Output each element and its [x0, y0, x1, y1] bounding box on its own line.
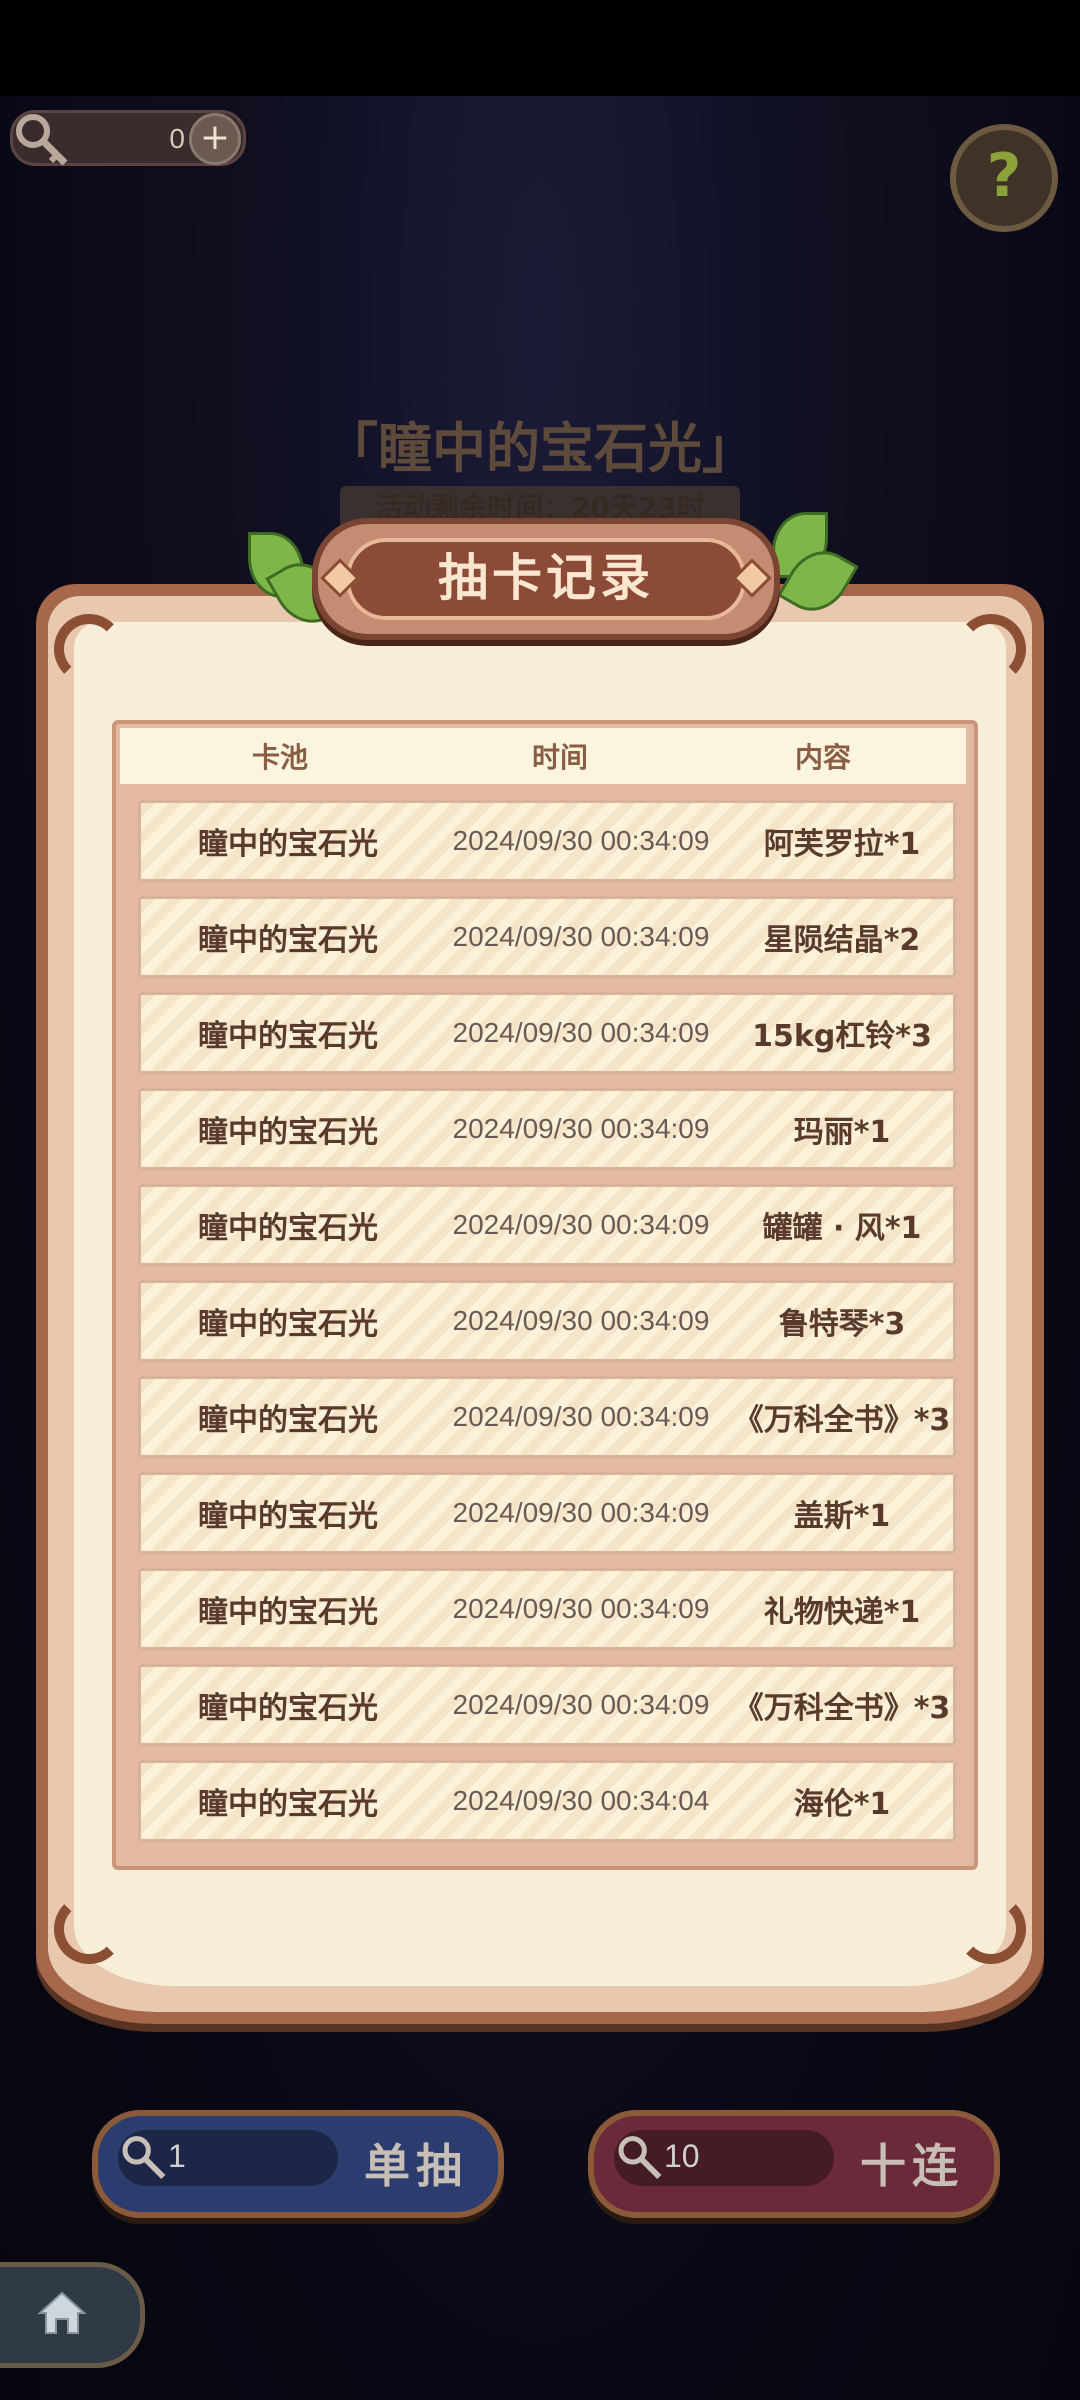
table-row: 瞳中的宝石光 2024/09/30 00:34:09 星陨结晶*2: [138, 896, 956, 978]
event-title: 「瞳中的宝石光」: [324, 417, 756, 480]
row-content: 玛丽*1: [793, 1115, 891, 1150]
help-icon: ?: [986, 141, 1022, 211]
corner-ornament: [54, 614, 124, 684]
table-row: 瞳中的宝石光 2024/09/30 00:34:04 海伦*1: [138, 1760, 956, 1842]
key-icon: [13, 109, 73, 173]
header-content: 内容: [794, 741, 851, 774]
row-time: 2024/09/30 00:34:09: [452, 1017, 710, 1048]
home-button[interactable]: [0, 2262, 145, 2368]
row-content: 鲁特琴*3: [778, 1307, 906, 1342]
row-time: 2024/09/30 00:34:09: [452, 1113, 710, 1144]
row-time: 2024/09/30 00:34:09: [452, 1497, 710, 1528]
key-count: 0: [169, 123, 185, 154]
row-content: 15kg杠铃*3: [752, 1019, 932, 1054]
draw-record-table: 卡池 时间 内容 瞳中的宝石光 2024/09/30 00:34:09 阿芙罗拉*1…: [112, 720, 978, 1870]
row-pool: 瞳中的宝石光: [198, 1691, 378, 1726]
row-content: 《万科全书》*3: [733, 1691, 951, 1726]
table-row: 瞳中的宝石光 2024/09/30 00:34:09 《万科全书》*3: [138, 1664, 956, 1746]
corner-ornament: [956, 614, 1026, 684]
row-time: 2024/09/30 00:34:09: [452, 1593, 710, 1624]
row-content: 礼物快递*1: [763, 1595, 921, 1630]
table-row: 瞳中的宝石光 2024/09/30 00:34:09 玛丽*1: [138, 1088, 956, 1170]
row-pool: 瞳中的宝石光: [198, 1403, 378, 1438]
row-content: 罐罐 · 风*1: [762, 1211, 922, 1246]
table-row: 瞳中的宝石光 2024/09/30 00:34:09 15kg杠铃*3: [138, 992, 956, 1074]
single-draw-label: 单抽: [364, 2139, 468, 2193]
row-time: 2024/09/30 00:34:09: [452, 1209, 710, 1240]
row-time: 2024/09/30 00:34:09: [452, 1305, 710, 1336]
table-row: 瞳中的宝石光 2024/09/30 00:34:09 礼物快递*1: [138, 1568, 956, 1650]
help-button[interactable]: ?: [950, 124, 1058, 232]
single-draw-button[interactable]: 1 单抽: [92, 2110, 504, 2218]
ten-draw-cost: 10: [664, 2138, 700, 2174]
row-pool: 瞳中的宝石光: [198, 1019, 378, 1054]
row-content: 盖斯*1: [793, 1499, 891, 1534]
corner-ornament: [956, 1894, 1026, 1964]
corner-ornament: [54, 1894, 124, 1964]
key-counter: 0 +: [10, 110, 246, 166]
add-keys-button[interactable]: +: [189, 113, 241, 165]
table-row: 瞳中的宝石光 2024/09/30 00:34:09 罐罐 · 风*1: [138, 1184, 956, 1266]
row-pool: 瞳中的宝石光: [198, 923, 378, 958]
header-pool: 卡池: [251, 741, 308, 774]
row-pool: 瞳中的宝石光: [198, 1211, 378, 1246]
row-content: 阿芙罗拉*1: [763, 827, 921, 862]
row-pool: 瞳中的宝石光: [198, 1307, 378, 1342]
table-row: 瞳中的宝石光 2024/09/30 00:34:09 阿芙罗拉*1: [138, 800, 956, 882]
row-time: 2024/09/30 00:34:09: [452, 1401, 710, 1432]
header-time: 时间: [531, 741, 588, 774]
table-row: 瞳中的宝石光 2024/09/30 00:34:09 《万科全书》*3: [138, 1376, 956, 1458]
row-time: 2024/09/30 00:34:04: [452, 1785, 710, 1816]
status-bar: [0, 0, 1080, 96]
row-pool: 瞳中的宝石光: [198, 1499, 378, 1534]
row-content: 海伦*1: [793, 1787, 891, 1822]
row-pool: 瞳中的宝石光: [198, 1115, 378, 1150]
row-content: 星陨结晶*2: [763, 923, 921, 958]
table-header: 卡池 时间 内容: [120, 728, 966, 784]
row-pool: 瞳中的宝石光: [198, 1787, 378, 1822]
row-time: 2024/09/30 00:34:09: [452, 921, 710, 952]
row-time: 2024/09/30 00:34:09: [452, 825, 710, 856]
panel-title-banner: 抽卡记录: [312, 518, 780, 640]
row-content: 《万科全书》*3: [733, 1403, 951, 1438]
table-row: 瞳中的宝石光 2024/09/30 00:34:09 盖斯*1: [138, 1472, 956, 1554]
panel-title: 抽卡记录: [438, 549, 654, 607]
row-time: 2024/09/30 00:34:09: [452, 1689, 710, 1720]
ten-draw-button[interactable]: 10 十连: [588, 2110, 1000, 2218]
row-pool: 瞳中的宝石光: [198, 827, 378, 862]
key-icon: [120, 2132, 170, 2186]
key-icon: [616, 2132, 666, 2186]
ten-draw-label: 十连: [860, 2139, 964, 2193]
table-row: 瞳中的宝石光 2024/09/30 00:34:09 鲁特琴*3: [138, 1280, 956, 1362]
row-pool: 瞳中的宝石光: [198, 1595, 378, 1630]
single-draw-cost: 1: [168, 2138, 186, 2174]
